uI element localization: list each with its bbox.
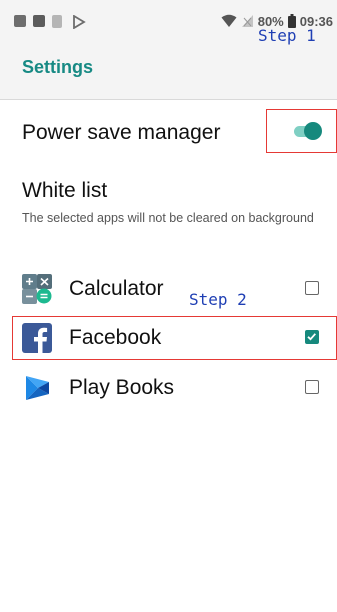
notification-icon — [14, 15, 26, 27]
step-2-annotation: Step 2 — [189, 290, 247, 309]
white-list-description: The selected apps will not be cleared on… — [22, 211, 314, 225]
page-title: Settings — [22, 57, 94, 77]
calculator-checkbox[interactable] — [305, 281, 319, 295]
app-bar: Settings — [0, 44, 337, 100]
step-2-highlight-box — [12, 316, 337, 360]
list-item-calculator[interactable]: Calculator — [0, 266, 337, 312]
wifi-icon — [221, 14, 237, 27]
white-list-title: White list — [22, 179, 108, 202]
calculator-icon — [22, 274, 52, 304]
download-icon — [52, 15, 62, 28]
power-save-manager-label: Power save manager — [22, 121, 221, 144]
no-signal-icon — [241, 15, 253, 27]
app-name-calculator: Calculator — [69, 277, 164, 300]
app-name-play-books: Play Books — [69, 376, 175, 399]
step-1-highlight-box — [266, 109, 337, 153]
step-1-annotation: Step 1 — [258, 26, 316, 45]
list-item-play-books[interactable]: Play Books — [0, 365, 337, 411]
play-store-icon — [72, 14, 86, 30]
photo-icon — [33, 15, 45, 27]
play-books-icon — [26, 376, 49, 400]
play-books-checkbox[interactable] — [305, 380, 319, 394]
